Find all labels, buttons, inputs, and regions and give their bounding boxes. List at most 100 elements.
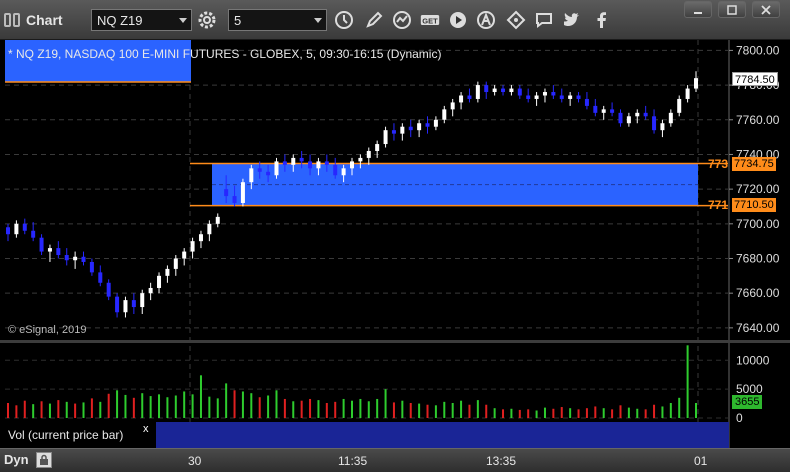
volume-bar [225, 383, 228, 418]
candle-body [568, 95, 573, 99]
candle-body [408, 126, 413, 131]
candle-body [358, 157, 363, 162]
tools-icon[interactable] [504, 9, 528, 31]
candle-body [391, 130, 396, 134]
volume-bar [535, 410, 538, 418]
candle-body [475, 85, 480, 99]
candle-body [626, 116, 631, 124]
volume-bar [686, 345, 689, 418]
pencil-icon[interactable] [362, 9, 386, 31]
volume-bar [65, 401, 68, 418]
volume-bar [527, 409, 530, 418]
candle-body [467, 95, 472, 99]
facebook-icon[interactable] [590, 9, 614, 31]
dynamic-label[interactable]: Dyn [4, 452, 29, 467]
volume-bar [216, 398, 219, 418]
volume-bar [644, 409, 647, 418]
candle-body [31, 230, 36, 238]
volume-bar [552, 408, 555, 418]
candle-body [601, 109, 606, 113]
price-tick-label: 7700.00 [736, 217, 780, 231]
price-axis: 7800.007780.007760.007740.007720.007700.… [728, 40, 780, 448]
time-label: 13:35 [486, 454, 517, 468]
volume-label-bar [156, 422, 729, 448]
candle-body [257, 168, 262, 172]
price-tick-label: 7760.00 [736, 113, 780, 127]
candle-body [450, 102, 455, 110]
interval-input[interactable]: 5 [228, 9, 327, 31]
volume-bar [376, 398, 379, 418]
volume-bar [250, 393, 253, 418]
price-chart[interactable]: 7800.007780.007760.007740.007720.007700.… [0, 40, 790, 448]
get-icon[interactable]: GET [418, 9, 442, 31]
candle-body [551, 92, 556, 96]
volume-bar [426, 404, 429, 418]
candle-body [316, 161, 321, 169]
volume-bar [74, 403, 77, 418]
candle-body [685, 88, 690, 99]
alert-icon[interactable] [474, 9, 498, 31]
clock-icon[interactable] [332, 9, 356, 31]
volume-bar [174, 395, 177, 418]
study-icon[interactable] [390, 9, 414, 31]
candle-body [425, 123, 430, 127]
panel-divider [0, 340, 790, 343]
price-tick-label: 7640.00 [736, 321, 780, 335]
candle-body [47, 248, 52, 252]
volume-bar [392, 402, 395, 418]
link-icon[interactable] [4, 12, 22, 28]
volume-bar [359, 398, 362, 418]
zone-high-price-tag: 7734.75 [732, 157, 776, 171]
volume-close-button[interactable]: x [143, 423, 149, 435]
volume-bar [636, 408, 639, 418]
volume-bar [510, 408, 513, 418]
volume-bar [518, 409, 521, 418]
candle-body [576, 95, 581, 99]
candle-body [694, 78, 698, 89]
volume-bar [275, 390, 278, 418]
volume-bar [678, 397, 681, 418]
volume-bar [15, 405, 18, 418]
volume-bar [124, 394, 127, 418]
candle-body [56, 248, 61, 256]
volume-bar [418, 403, 421, 418]
volume-bar [283, 398, 286, 418]
price-tick-label: 7800.00 [736, 43, 780, 57]
chevron-down-icon[interactable] [314, 18, 322, 23]
chevron-down-icon[interactable] [179, 18, 187, 23]
candle-body [593, 105, 598, 113]
candle-body [232, 196, 237, 204]
time-label: 30 [188, 454, 202, 468]
volume-bar [367, 401, 370, 418]
chart-symbol-description: * NQ Z19, NASDAQ 100 E-MINI FUTURES - GL… [8, 47, 442, 61]
maximize-button[interactable] [718, 1, 746, 18]
candle-body [308, 161, 313, 169]
gear-icon[interactable] [195, 9, 219, 31]
play-icon[interactable] [446, 9, 470, 31]
volume-bar [669, 403, 672, 418]
candle-body [73, 256, 78, 261]
zone-low-price-tag: 7710.50 [732, 198, 776, 212]
candle-body [442, 109, 447, 120]
toolbar: Chart NQ Z19 5 GET [0, 0, 790, 40]
close-button[interactable] [752, 1, 780, 18]
candle-body [677, 98, 682, 113]
candle-body [668, 112, 673, 124]
candle-body [207, 223, 212, 235]
candle-body [542, 92, 547, 96]
candle-body [140, 293, 145, 308]
lock-icon[interactable] [36, 452, 52, 468]
twitter-icon[interactable] [560, 9, 584, 31]
chart-area[interactable]: 7800.007780.007760.007740.007720.007700.… [0, 40, 790, 448]
candle-body [324, 161, 329, 165]
symbol-input[interactable]: NQ Z19 [91, 9, 192, 31]
candle-body [173, 258, 178, 269]
volume-bars [7, 345, 697, 418]
minimize-button[interactable] [684, 1, 712, 18]
comment-icon[interactable] [532, 9, 556, 31]
time-label: 11:35 [338, 454, 368, 468]
volume-bar [233, 390, 236, 418]
volume-bar [267, 395, 270, 418]
volume-bar [485, 404, 488, 418]
candle-body [492, 88, 497, 93]
